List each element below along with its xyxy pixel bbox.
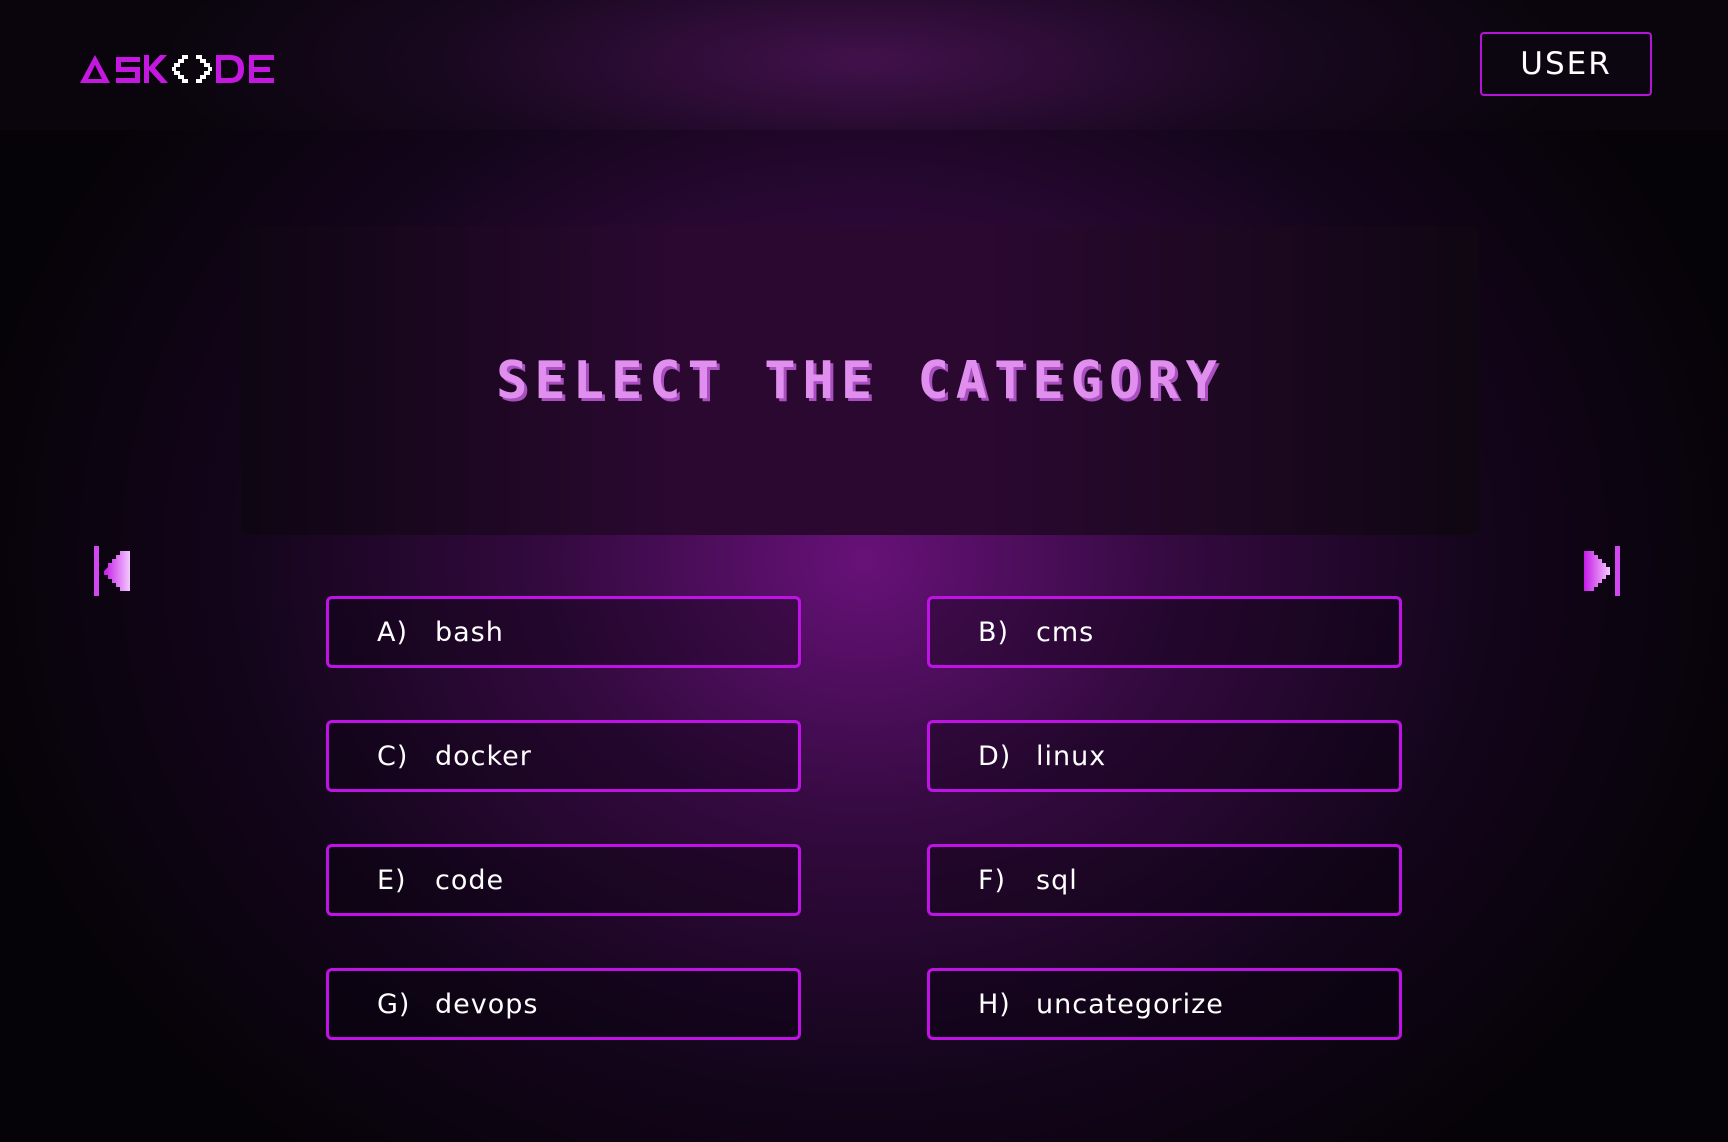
category-option-c[interactable]: C) docker <box>326 720 801 792</box>
skip-previous-icon[interactable] <box>92 544 132 598</box>
category-option-a[interactable]: A) bash <box>326 596 801 668</box>
option-letter: G) <box>377 988 411 1020</box>
category-option-d[interactable]: D) linux <box>927 720 1402 792</box>
option-letter: E) <box>377 864 407 896</box>
option-letter: H) <box>978 988 1011 1020</box>
option-letter: D) <box>978 740 1012 772</box>
category-option-e[interactable]: E) code <box>326 844 801 916</box>
option-label: devops <box>435 988 539 1020</box>
option-label: linux <box>1036 740 1107 772</box>
page-title: SELECT THE CATEGORY <box>496 350 1224 411</box>
option-letter: A) <box>377 616 409 648</box>
option-label: bash <box>435 616 504 648</box>
user-button[interactable]: USER <box>1480 32 1652 96</box>
option-letter: F) <box>978 864 1007 896</box>
option-label: code <box>435 864 505 896</box>
option-letter: B) <box>978 616 1010 648</box>
title-banner: SELECT THE CATEGORY <box>241 226 1479 535</box>
option-label: sql <box>1036 864 1078 896</box>
option-label: cms <box>1036 616 1095 648</box>
category-option-b[interactable]: B) cms <box>927 596 1402 668</box>
page: USER SELECT THE CATEGORY A) bash B) cms … <box>0 0 1728 1142</box>
option-label: docker <box>435 740 532 772</box>
askode-logo[interactable] <box>78 48 290 88</box>
category-option-h[interactable]: H) uncategorize <box>927 968 1402 1040</box>
category-option-g[interactable]: G) devops <box>326 968 801 1040</box>
option-letter: C) <box>377 740 409 772</box>
option-label: uncategorize <box>1036 988 1224 1020</box>
skip-next-icon[interactable] <box>1582 544 1622 598</box>
category-option-f[interactable]: F) sql <box>927 844 1402 916</box>
askode-logo-graphic <box>80 55 274 83</box>
